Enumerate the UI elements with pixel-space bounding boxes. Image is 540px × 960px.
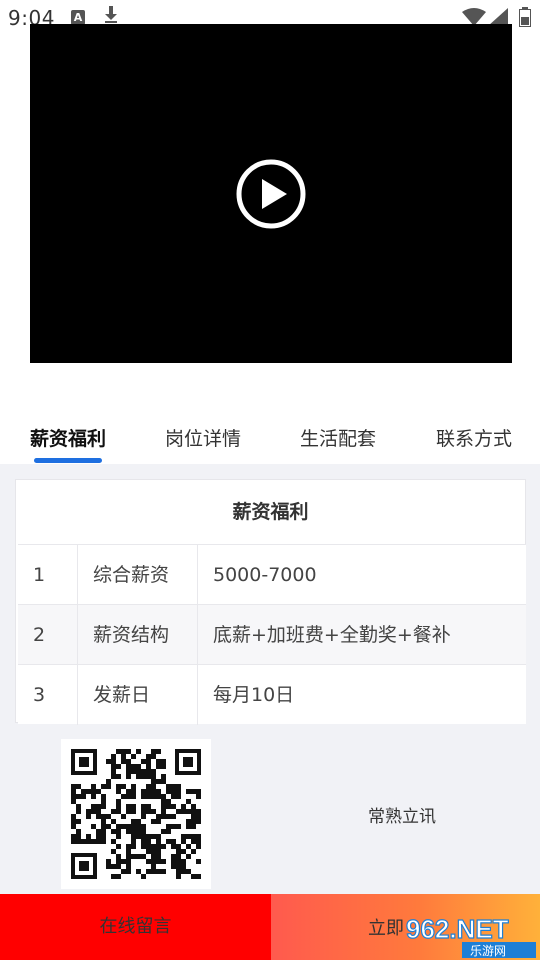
download-icon: [105, 6, 117, 23]
site-watermark-logo: 962.NET 乐游网: [405, 913, 536, 958]
table-row: 2 薪资结构 底薪+加班费+全勤奖+餐补: [18, 604, 526, 665]
table-row: 3 发薪日 每月10日: [18, 664, 526, 725]
svg-text:乐游网: 乐游网: [470, 944, 506, 958]
row-value: 每月10日: [213, 684, 295, 706]
qr-code-icon: [61, 739, 211, 889]
tab-bar: 薪资福利 岗位详情 生活配套 联系方式: [0, 414, 540, 464]
row-value: 5000-7000: [213, 564, 317, 586]
row-name: 发薪日: [78, 665, 198, 725]
row-index: 2: [18, 605, 78, 665]
online-message-button[interactable]: 在线留言: [0, 894, 271, 960]
row-name: 综合薪资: [78, 545, 198, 605]
active-tab-indicator: [34, 458, 102, 463]
row-index: 3: [18, 665, 78, 725]
salary-table: 1 综合薪资 5000-7000 2 薪资结构 底薪+加班费+全勤奖+餐补 3 …: [18, 544, 526, 725]
video-player[interactable]: [30, 24, 512, 363]
apply-now-label: 立即: [368, 918, 404, 939]
tab-salary-benefits[interactable]: 薪资福利: [30, 424, 106, 451]
salary-card: 薪资福利 1 综合薪资 5000-7000 2 薪资结构 底薪+加班费+全勤奖+…: [15, 479, 526, 725]
tab-living-facilities[interactable]: 生活配套: [300, 424, 376, 451]
tab-contact[interactable]: 联系方式: [436, 424, 512, 451]
card-title: 薪资福利: [232, 501, 309, 523]
play-circle-icon[interactable]: [235, 158, 307, 230]
tab-job-details[interactable]: 岗位详情: [165, 424, 241, 451]
battery-icon: [519, 7, 531, 27]
svg-text:962.NET: 962.NET: [406, 914, 509, 944]
row-value: 底薪+加班费+全勤奖+餐补: [213, 624, 451, 646]
row-index: 1: [18, 545, 78, 605]
company-name: 常熟立讯: [368, 807, 436, 827]
text-notification-icon: A: [71, 10, 85, 25]
table-row: 1 综合薪资 5000-7000: [18, 544, 526, 605]
row-name: 薪资结构: [78, 605, 198, 665]
